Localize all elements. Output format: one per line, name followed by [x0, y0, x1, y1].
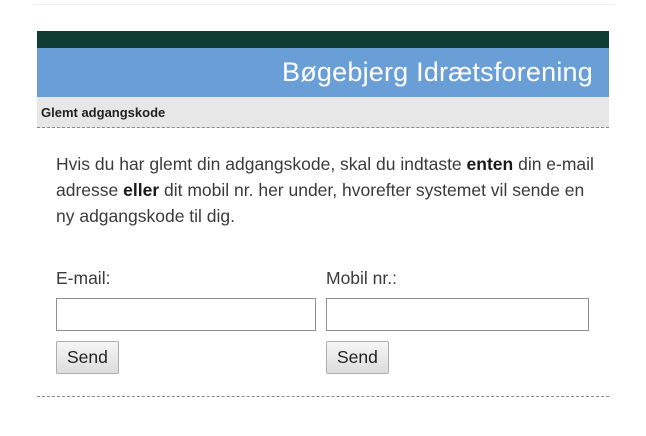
subheader-bar: Glemt adgangskode [37, 97, 609, 128]
intro-bold-enten: enten [466, 154, 514, 174]
intro-text-part1: Hvis du har glemt din adgangskode, skal … [56, 154, 467, 174]
mobile-send-button[interactable]: Send [326, 341, 389, 374]
mobile-label: Mobil nr.: [326, 268, 397, 288]
email-send-button[interactable]: Send [56, 341, 119, 374]
email-field[interactable] [56, 298, 316, 331]
intro-text: Hvis du har glemt din adgangskode, skal … [56, 151, 596, 229]
mobile-field[interactable] [326, 298, 589, 331]
intro-bold-eller: eller [123, 180, 160, 200]
top-border-line [34, 4, 614, 5]
bottom-divider [37, 396, 609, 397]
site-title: Bøgebjerg Idrætsforening [282, 57, 593, 87]
page-title: Glemt adgangskode [41, 105, 166, 120]
header-dark-bar [37, 31, 609, 48]
header-title-bar: Bøgebjerg Idrætsforening [37, 48, 609, 97]
email-label: E-mail: [56, 268, 111, 288]
